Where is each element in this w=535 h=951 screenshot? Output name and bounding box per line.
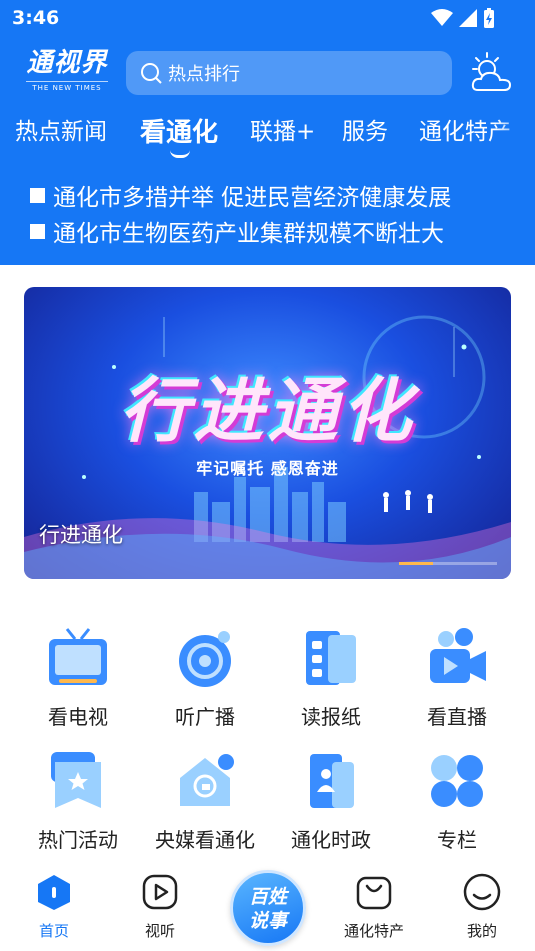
grid-label: 看直播 (427, 705, 487, 729)
center-button-line1: 百姓 (248, 886, 287, 908)
nav-label: 我的 (466, 922, 497, 940)
logo-text: 通视界 (26, 48, 108, 78)
tab-fade (495, 110, 535, 150)
bullet-square (30, 223, 45, 239)
politics-icon (310, 754, 354, 808)
grid-item-tv[interactable]: 看电视 (18, 625, 138, 730)
logo-subtext: THE NEW TIMES (26, 81, 108, 92)
tab-hot-news[interactable]: 热点新闻 (15, 112, 107, 146)
nav-label: 首页 (38, 922, 69, 940)
status-time: 3:46 (12, 7, 60, 29)
grid-label: 专栏 (437, 828, 477, 852)
grid-label: 热门活动 (38, 828, 118, 852)
nav-item-specialties[interactable]: 通化特产 (329, 872, 419, 941)
carousel-indicator (399, 562, 497, 565)
signal-icon (459, 9, 477, 27)
grid-label: 看电视 (48, 705, 108, 729)
banner-subtitle: 牢记嘱托 感恩奋进 (196, 459, 339, 478)
grid-item-live[interactable]: 看直播 (397, 625, 517, 730)
grid-item-central-media[interactable]: 央媒看通化 (145, 748, 265, 853)
play-icon (142, 874, 178, 910)
battery-icon (484, 8, 494, 28)
column-icon (431, 755, 483, 807)
grid-label: 听广播 (175, 705, 235, 729)
tv-icon (49, 628, 107, 685)
grid-item-newspaper[interactable]: 读报纸 (271, 625, 391, 730)
banner-caption: 行进通化 (39, 523, 123, 547)
search-icon (141, 63, 162, 84)
banner-carousel[interactable]: 行进通化 牢记嘱托 感恩奋进 行进通化 (24, 287, 511, 579)
headline-text: 通化市生物医药产业集群规模不断壮大 (53, 221, 444, 247)
grid-label: 央媒看通化 (155, 828, 255, 852)
shopping-bag-icon (356, 876, 392, 910)
nav-item-media[interactable]: 视听 (115, 872, 205, 941)
status-icons (431, 8, 495, 28)
home-icon (38, 875, 70, 910)
nav-label: 视听 (144, 922, 175, 940)
nav-item-profile[interactable]: 我的 (437, 872, 527, 941)
status-bar: 3:46 (0, 0, 535, 36)
category-tabs: 热点新闻 看通化 联播+ 服务 通化特产 (0, 110, 535, 160)
tab-broadcast-plus[interactable]: 联播+ (250, 112, 315, 146)
tab-look-tonghua[interactable]: 看通化 (140, 112, 218, 149)
wifi-icon (431, 9, 453, 26)
bullet-square (30, 187, 45, 203)
grid-label: 读报纸 (301, 705, 361, 729)
grid-item-columns[interactable]: 专栏 (397, 748, 517, 853)
grid-item-politics[interactable]: 通化时政 (271, 748, 391, 853)
newspaper-icon (306, 631, 356, 685)
central-media-icon (180, 754, 234, 806)
search-placeholder: 热点排行 (168, 64, 240, 85)
banner-title: 行进通化 (119, 370, 416, 452)
grid-item-radio[interactable]: 听广播 (145, 625, 265, 730)
center-button-line2: 说事 (248, 910, 287, 932)
grid-label: 通化时政 (291, 828, 371, 852)
live-camera-icon (430, 628, 486, 683)
people-say-button[interactable]: 百姓 说事 (230, 870, 306, 946)
bottom-navigation: 首页 视听 百姓 说事 通化特产 我的 (0, 862, 535, 951)
tab-services[interactable]: 服务 (342, 112, 388, 146)
nav-item-home[interactable]: 首页 (9, 872, 99, 941)
smile-icon (463, 873, 501, 911)
grid-item-events[interactable]: 热门活动 (18, 748, 138, 853)
headline-text: 通化市多措并举 促进民营经济健康发展 (53, 185, 452, 211)
star-badge-icon (51, 752, 101, 808)
headline-item[interactable]: 通化市多措并举 促进民营经济健康发展 (30, 178, 451, 212)
radio-icon (179, 631, 231, 687)
nav-label: 通化特产 (343, 922, 404, 940)
app-logo[interactable]: 通视界 THE NEW TIMES (26, 48, 108, 96)
headline-item[interactable]: 通化市生物医药产业集群规模不断壮大 (30, 214, 444, 248)
search-bar[interactable]: 热点排行 (126, 51, 452, 95)
weather-icon[interactable] (468, 50, 514, 96)
carousel-indicator-active (399, 562, 433, 565)
header: 3:46 通视界 THE NEW TIMES 热点排行 热点新闻 看通化 联播+… (0, 0, 535, 265)
